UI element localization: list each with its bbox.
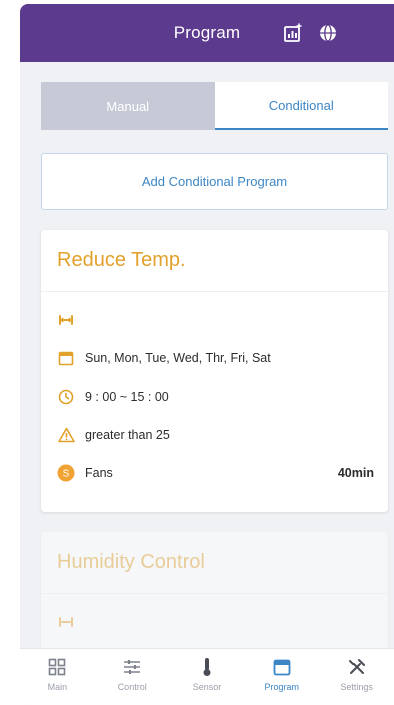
program-days: Sun, Mon, Tue, Wed, Thr, Fri, Sat: [85, 351, 271, 365]
program-condition: greater than 25: [85, 428, 170, 442]
tab-settings[interactable]: Settings: [319, 649, 394, 705]
condition-row: greater than 25: [57, 424, 374, 446]
tab-sensor[interactable]: Sensor: [170, 649, 245, 705]
device-badge: S: [57, 464, 75, 482]
app-header: Program: [20, 4, 394, 62]
tab-label: Settings: [340, 682, 373, 692]
sliders-icon: [121, 656, 143, 678]
tab-program[interactable]: Program: [244, 649, 319, 705]
program-time: 9 : 00 ~ 15 : 00: [85, 390, 169, 404]
tab-control[interactable]: Control: [95, 649, 170, 705]
tab-manual[interactable]: Manual: [41, 82, 215, 130]
calendar-icon: [271, 656, 293, 678]
grid-icon: [46, 656, 68, 678]
device-row: S Fans 40min: [57, 462, 374, 484]
globe-icon[interactable]: [316, 21, 340, 45]
device-badge-letter: S: [63, 469, 70, 480]
warning-icon: [57, 426, 75, 444]
program-card[interactable]: Reduce Temp. Sun, Mon, Tue, Wed, Thr, Fr…: [41, 230, 388, 512]
program-type-row: [57, 611, 374, 633]
tab-label: Program: [264, 682, 300, 692]
bottom-tab-bar: Main Control Sensor Program Settings: [20, 648, 394, 705]
tools-icon: [346, 656, 368, 678]
range-icon: [57, 613, 75, 631]
calendar-icon: [57, 349, 75, 367]
thermometer-icon: [196, 656, 218, 678]
days-row: Sun, Mon, Tue, Wed, Thr, Fri, Sat: [57, 347, 374, 369]
program-type-switch: Manual Conditional: [41, 82, 388, 130]
tab-conditional[interactable]: Conditional: [214, 82, 388, 130]
range-icon: [57, 311, 75, 329]
tab-main[interactable]: Main: [20, 649, 95, 705]
program-title: Reduce Temp.: [41, 230, 388, 292]
program-duration: 40min: [337, 466, 374, 480]
tab-label: Sensor: [192, 682, 222, 692]
clock-icon: [57, 388, 75, 406]
tab-label: Control: [117, 682, 147, 692]
stats-icon[interactable]: [281, 21, 305, 45]
tab-label: Main: [47, 682, 68, 692]
add-conditional-program-button[interactable]: Add Conditional Program: [41, 153, 388, 210]
program-title: Humidity Control: [41, 532, 388, 594]
program-device: Fans: [85, 466, 113, 480]
program-type-row: [57, 309, 374, 331]
time-row: 9 : 00 ~ 15 : 00: [57, 386, 374, 408]
app-screen: Program Manual Conditional Add Condition…: [20, 4, 394, 705]
